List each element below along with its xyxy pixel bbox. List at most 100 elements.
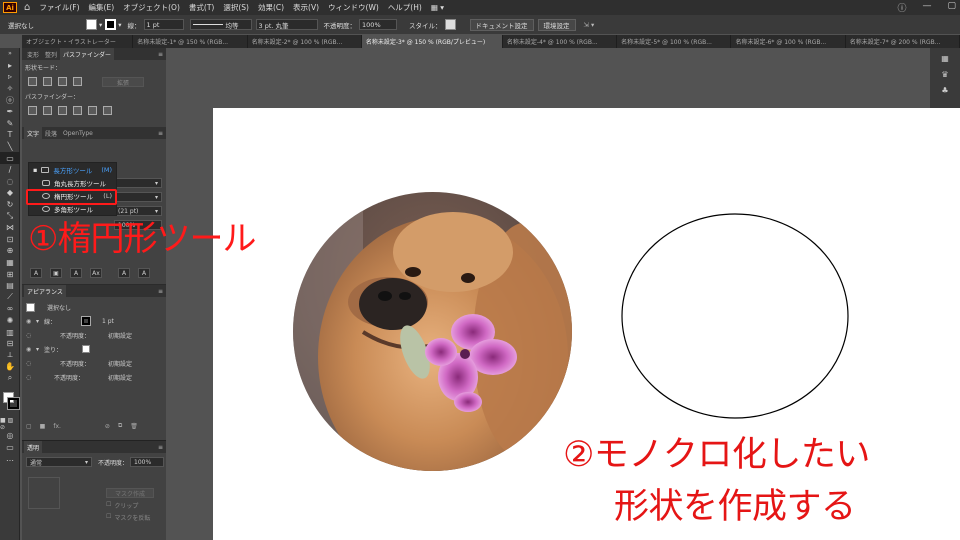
appearance-global-opacity-row[interactable]: ◌ 不透明度： 初期設定 — [22, 370, 166, 384]
rotate-tool-icon[interactable]: ↻ — [0, 199, 20, 211]
doc-tab[interactable]: 名称未設定-7* @ 200 % (RGB... — [846, 35, 960, 48]
menu-type[interactable]: 書式(T) — [189, 2, 214, 13]
lasso-tool-icon[interactable]: ⓞ — [0, 94, 20, 106]
new-fill-icon[interactable]: ■ — [40, 423, 46, 430]
blend-tool-icon[interactable]: ∞ — [0, 303, 20, 315]
type-tool-icon[interactable]: T — [0, 129, 20, 141]
doc-tab-active[interactable]: 名称未設定-3* @ 150 % (RGB/プレビュー) — [361, 35, 503, 48]
tab-transform[interactable]: 変形 — [24, 48, 42, 60]
trim-icon[interactable] — [43, 106, 52, 115]
preferences-button[interactable]: 環境設定 — [537, 18, 576, 31]
symbol-sprayer-tool-icon[interactable]: ✺ — [0, 315, 20, 327]
char-icon-e[interactable]: A — [118, 268, 130, 278]
workspace-switcher-icon[interactable]: ▦ ▾ — [431, 3, 444, 12]
char-icon-a[interactable]: A — [30, 268, 42, 278]
rounded-rectangle-tool-item[interactable]: 角丸長方形ツール — [29, 176, 116, 189]
scale-tool-icon[interactable]: ⤡ — [0, 210, 20, 222]
appearance-fill-opacity-row[interactable]: ◌ 不透明度： 初期設定 — [22, 356, 166, 370]
eye-icon[interactable]: ◉ — [26, 346, 36, 353]
paintbrush-tool-icon[interactable]: ∕ — [0, 164, 20, 176]
rectangle-tool-icon[interactable]: ▭ — [0, 152, 20, 164]
slice-tool-icon[interactable]: ⟂ — [0, 349, 20, 361]
menu-window[interactable]: ウィンドウ(W) — [328, 2, 379, 13]
clip-checkbox-row[interactable]: ☐ クリップ — [106, 501, 138, 510]
eye-icon[interactable]: ◌ — [26, 374, 36, 381]
document-setup-button[interactable]: ドキュメント設定 — [469, 18, 534, 31]
outline-icon[interactable] — [88, 106, 97, 115]
blend-mode-dropdown[interactable]: 通常 ▾ — [26, 457, 92, 467]
tab-character[interactable]: 文字 — [24, 127, 43, 139]
menu-edit[interactable]: 編集(E) — [89, 2, 115, 13]
stroke-weight-field[interactable]: 1 pt — [143, 19, 184, 30]
fill-stroke-widget[interactable] — [0, 384, 20, 418]
doc-tab[interactable]: 名称未設定-1* @ 150 % (RGB... — [133, 35, 248, 48]
menu-help[interactable]: ヘルプ(H) — [388, 2, 422, 13]
opacity-value[interactable]: 初期設定 — [108, 331, 132, 340]
dog-photo-circle[interactable] — [293, 192, 572, 471]
intersect-icon[interactable] — [58, 77, 67, 86]
menu-file[interactable]: ファイル(F) — [39, 2, 79, 13]
more-tools-icon[interactable]: … — [0, 453, 20, 465]
swatches-icon[interactable]: ▦ — [939, 54, 951, 64]
curvature-tool-icon[interactable]: ✎ — [0, 118, 20, 130]
eye-icon[interactable]: ◉ — [26, 318, 36, 325]
perspective-grid-tool-icon[interactable]: ▦ — [0, 257, 20, 269]
appearance-fill-row[interactable]: ◉ ▾ 塗り： — [22, 342, 166, 356]
ellipse-shape[interactable] — [620, 212, 852, 422]
zoom-tool-icon[interactable]: ⌕ — [0, 373, 20, 385]
help-search-icon[interactable]: ⓘ — [897, 1, 906, 14]
menu-select[interactable]: 選択(S) — [223, 2, 249, 13]
eraser-tool-icon[interactable]: ◆ — [0, 187, 20, 199]
eye-icon[interactable]: ◌ — [26, 332, 36, 339]
eyedropper-tool-icon[interactable]: ⟋ — [0, 291, 20, 303]
panel-collapse-icon[interactable]: » — [0, 48, 20, 60]
char-icon-d[interactable]: Ax — [90, 268, 102, 278]
menu-object[interactable]: オブジェクト(O) — [123, 2, 180, 13]
brush-dropdown[interactable]: 3 pt. 丸筆 — [255, 19, 318, 30]
eye-icon[interactable]: ◌ — [26, 360, 36, 367]
stroke-swatch[interactable] — [105, 19, 117, 30]
stroke-value[interactable]: 1 pt — [102, 318, 114, 325]
fill-opacity-value[interactable]: 初期設定 — [108, 359, 132, 368]
menu-view[interactable]: 表示(V) — [293, 2, 319, 13]
opacity-field[interactable]: 100% — [359, 19, 398, 30]
font-style-dropdown[interactable]: ▾ — [114, 192, 162, 202]
new-stroke-icon[interactable]: ▢ — [26, 423, 32, 430]
char-icon-b[interactable]: ▣ — [50, 268, 62, 278]
global-opacity-value[interactable]: 初期設定 — [108, 373, 132, 382]
fill-swatch[interactable] — [82, 345, 91, 353]
doc-tab[interactable]: 名称未設定-2* @ 100 % (RGB... — [248, 35, 362, 48]
brushes-icon[interactable]: ♛ — [939, 70, 951, 80]
pen-tool-icon[interactable]: ✒ — [0, 106, 20, 118]
direct-selection-tool-icon[interactable]: ▹ — [0, 71, 20, 83]
font-family-dropdown[interactable]: ▾ — [114, 178, 162, 188]
duplicate-icon[interactable]: ⧉ — [118, 422, 122, 430]
maximize-icon[interactable]: ▢ — [947, 1, 956, 14]
color-mode-icons[interactable]: ■ ▨ ⊘ — [0, 417, 20, 431]
delete-icon[interactable]: 🗑 — [130, 423, 138, 430]
illustrator-logo[interactable]: Ai — [3, 2, 17, 13]
menu-effect[interactable]: 効果(C) — [258, 2, 284, 13]
tab-transparency[interactable]: 透明 — [24, 441, 43, 453]
shape-builder-tool-icon[interactable]: ⊕ — [0, 245, 20, 257]
opacity-field[interactable]: 100% — [130, 457, 165, 467]
invert-mask-checkbox-row[interactable]: ☐ マスクを反転 — [106, 513, 150, 522]
expand-button[interactable]: 拡張 — [102, 77, 144, 87]
fx-icon[interactable]: fx. — [53, 423, 61, 430]
tab-pathfinder[interactable]: パスファインダー — [60, 48, 115, 60]
home-icon[interactable]: ⌂ — [24, 2, 30, 13]
gradient-tool-icon[interactable]: ▤ — [0, 280, 20, 292]
panel-menu-icon[interactable]: ≡ — [155, 441, 166, 453]
rectangle-tool-item[interactable]: ▪ 長方形ツール (M) — [29, 163, 116, 176]
line-tool-icon[interactable]: ╲ — [0, 141, 20, 153]
stroke-color-icon[interactable] — [7, 397, 20, 411]
char-icon-c[interactable]: A — [70, 268, 82, 278]
clear-icon[interactable]: ⊘ — [105, 423, 110, 430]
appearance-stroke-row[interactable]: ◉ ▾ 線： 1 pt — [22, 314, 166, 328]
minus-back-icon[interactable] — [103, 106, 112, 115]
unite-icon[interactable] — [28, 77, 37, 86]
make-mask-button[interactable]: マスク作成 — [106, 488, 154, 498]
style-swatch[interactable] — [444, 19, 456, 30]
char-icon-f[interactable]: A — [138, 268, 150, 278]
minimize-icon[interactable]: — — [922, 1, 931, 14]
